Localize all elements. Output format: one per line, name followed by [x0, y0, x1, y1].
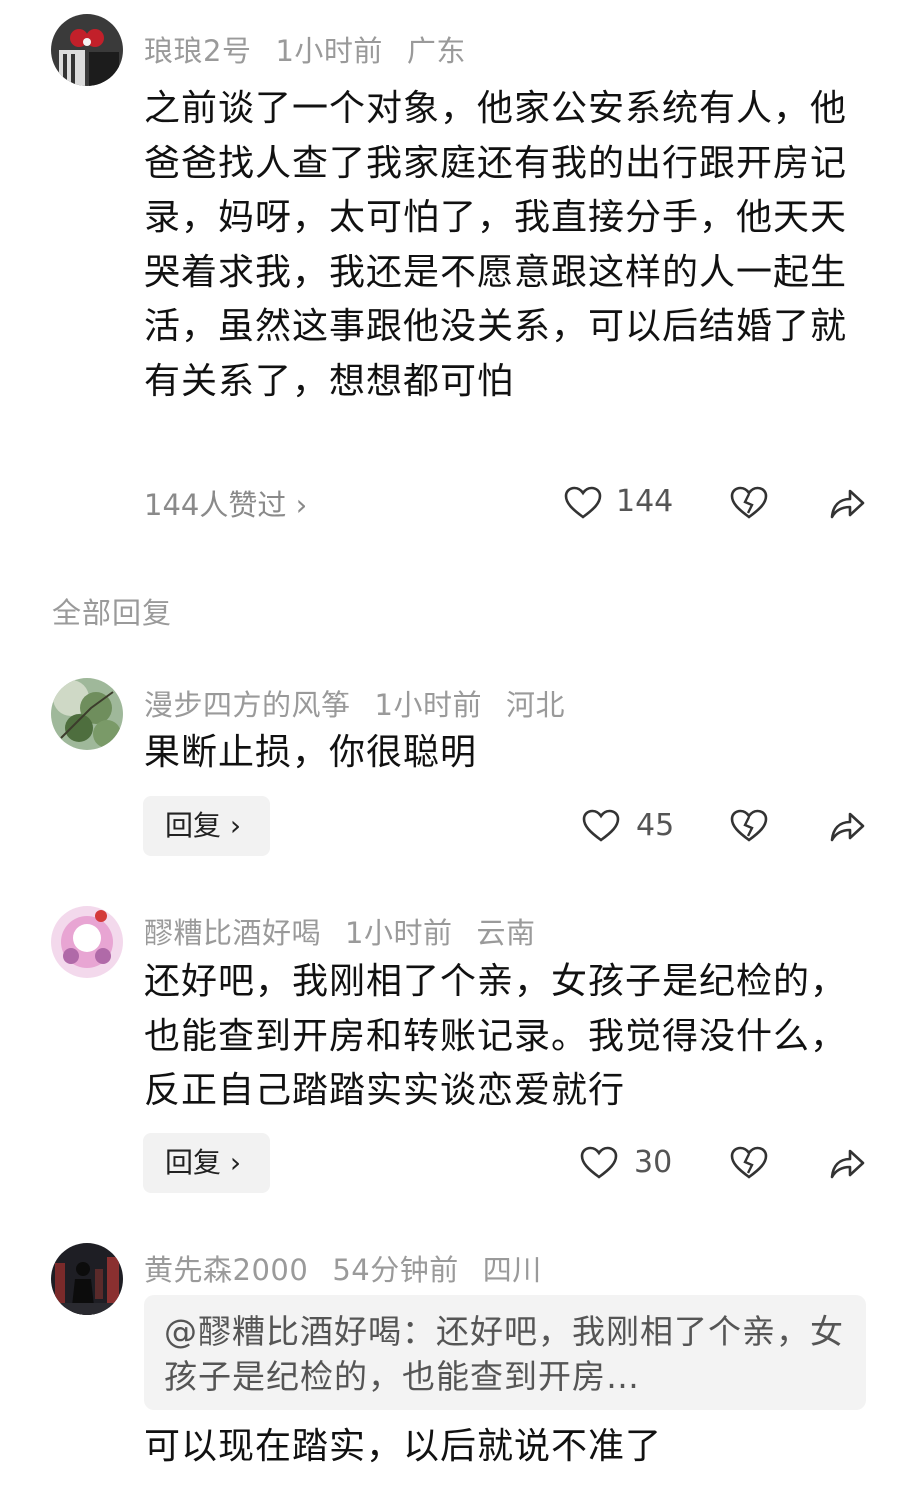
avatar[interactable] — [51, 1243, 123, 1315]
comment-text: 之前谈了一个对象，他家公安系统有人，他爸爸找人查了我家庭还有我的出行跟开房记录，… — [144, 88, 848, 402]
heart-outline-icon[interactable] — [564, 486, 602, 520]
comment-actions: 144人赞过 › 144 — [0, 474, 918, 534]
username[interactable]: 黄先森2000 — [144, 1253, 308, 1287]
reply-button[interactable]: 回复 › — [143, 1133, 270, 1193]
location: 云南 — [476, 916, 536, 950]
timestamp: 1小时前 — [345, 916, 453, 950]
avatar[interactable] — [51, 678, 123, 750]
share-arrow-icon[interactable] — [828, 1146, 866, 1180]
comment-text: 果断止损，你很聪明 — [144, 732, 478, 773]
broken-heart-icon[interactable] — [730, 486, 768, 520]
like-count: 30 — [634, 1145, 673, 1180]
broken-heart-icon[interactable] — [730, 809, 768, 843]
username[interactable]: 漫步四方的风筝 — [144, 688, 351, 722]
like-count: 144 — [616, 484, 674, 519]
heart-outline-icon[interactable] — [580, 1146, 618, 1180]
comment-meta: 漫步四方的风筝 1小时前 河北 — [144, 682, 589, 724]
comment-meta: 醪糟比酒好喝 1小时前 云南 — [144, 910, 559, 952]
likes-link[interactable]: 144人赞过 › — [144, 482, 307, 524]
like-count: 45 — [636, 808, 675, 843]
comment-text: 可以现在踏实，以后就说不准了 — [144, 1426, 663, 1467]
timestamp: 54分钟前 — [332, 1253, 459, 1287]
comment-meta: 琅琅2号 1小时前 广东 — [144, 28, 490, 70]
comment-actions: 回复 › 45 — [0, 796, 918, 856]
avatar[interactable] — [51, 906, 123, 978]
heart-outline-icon[interactable] — [582, 809, 620, 843]
section-title: 全部回复 — [52, 596, 173, 630]
location: 河北 — [505, 688, 565, 722]
comment-text: 还好吧，我刚相了个亲，女孩子是纪检的，也能查到开房和转账记录。我觉得没什么，反正… — [144, 961, 848, 1111]
avatar[interactable] — [51, 14, 123, 86]
broken-heart-icon[interactable] — [730, 1146, 768, 1180]
quoted-comment[interactable]: @醪糟比酒好喝：还好吧，我刚相了个亲，女孩子是纪检的，也能查到开房… — [144, 1295, 866, 1410]
location: 广东 — [406, 34, 466, 68]
location: 四川 — [482, 1253, 542, 1287]
share-arrow-icon[interactable] — [828, 486, 866, 520]
comment-meta: 黄先森2000 54分钟前 四川 — [144, 1247, 566, 1289]
username[interactable]: 醪糟比酒好喝 — [144, 916, 321, 950]
comment-actions: 回复 › 30 — [0, 1133, 918, 1193]
share-arrow-icon[interactable] — [828, 809, 866, 843]
timestamp: 1小时前 — [275, 34, 383, 68]
timestamp: 1小时前 — [374, 688, 482, 722]
reply-button[interactable]: 回复 › — [143, 796, 270, 856]
username[interactable]: 琅琅2号 — [144, 34, 251, 68]
